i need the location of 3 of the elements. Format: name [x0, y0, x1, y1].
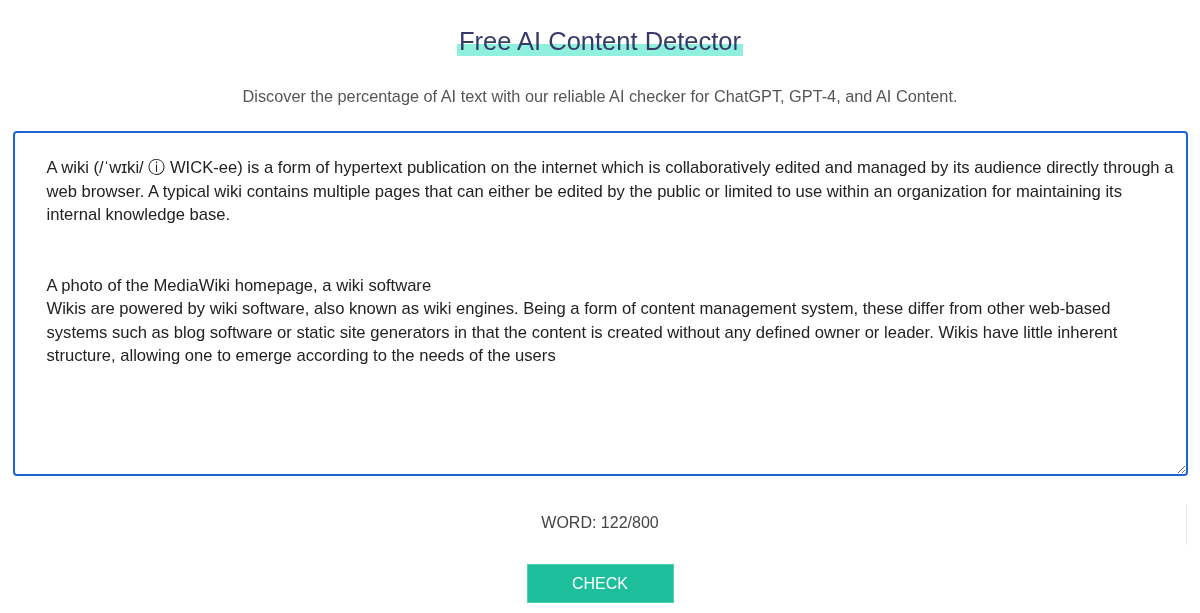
- text-input-field[interactable]: A wiki (/ˈwɪki/ ⓘ WICK-ee) is a form of hypertext publication on the internet which is collaboratively edited and managed by its audience directly through a web browser. A typical wiki contains multiple pages that can either be edited by the public or limited to use within an organization for maintaining its internal knowledge base. A photo of the MediaWiki homepage, a wiki software Wikis are powered by wiki software, also known as wiki engines. Being a form of content management system, these differ from other web-based systems such as blog software or static site generators in that the content is created without any defined owner or leader. Wikis have little inherent structure, allowing one to emerge according to the needs of the users: [12, 131, 1188, 476]
- page-subtitle: Discover the percentage of AI text with our reliable AI checker for ChatGPT, GPT-4, and AI Content.: [242, 86, 958, 107]
- word-count: WORD: 122/800: [541, 513, 659, 533]
